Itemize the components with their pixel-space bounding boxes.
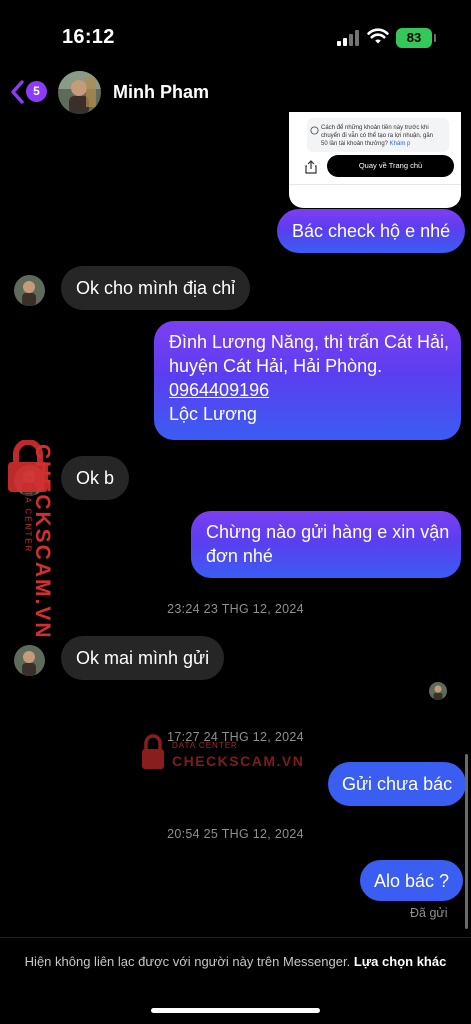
battery-indicator: 83	[396, 28, 436, 48]
read-receipt-avatar	[429, 682, 447, 700]
cellular-signal-icon	[337, 30, 361, 46]
message-incoming[interactable]: Ok mai mình gửi	[61, 636, 225, 680]
message-incoming[interactable]: Ok cho mình địa chỉ	[61, 266, 251, 310]
message-text: Ok b	[76, 468, 115, 488]
back-chevron-icon[interactable]	[8, 78, 26, 106]
timestamp: 20:54 25 THG 12, 2024	[167, 827, 304, 841]
info-text: Cách để những khoản tiền này trước khi c…	[321, 124, 441, 148]
wifi-icon	[367, 28, 389, 44]
more-options-link[interactable]: Lựa chọn khác	[354, 954, 447, 969]
unavailable-notice: Hiện không liên lạc được với người này t…	[20, 953, 451, 971]
message-incoming[interactable]: Ok b	[61, 456, 130, 500]
share-icon	[305, 160, 317, 174]
contact-avatar[interactable]	[58, 71, 101, 114]
footer-divider	[0, 937, 471, 938]
message-outgoing[interactable]: Gửi chưa bác	[328, 762, 467, 806]
message-text: Gửi chưa bác	[342, 774, 453, 794]
message-text: Ok cho mình địa chỉ	[76, 278, 236, 298]
message-line: Lộc Lương	[169, 404, 257, 424]
info-text-body: Cách để những khoản tiền này trước khi c…	[321, 125, 434, 147]
info-icon	[310, 126, 319, 135]
message-line: Đình Lương Năng, thị trấn Cát Hải,	[169, 332, 449, 352]
watermark-sub: DATA CENTER	[23, 476, 33, 554]
message-outgoing[interactable]: Đình Lương Năng, thị trấn Cát Hải, huyện…	[154, 321, 461, 440]
home-indicator[interactable]	[151, 1008, 320, 1013]
shared-screenshot[interactable]: Cách để những khoản tiền này trước khi c…	[289, 112, 461, 208]
status-time: 16:12	[62, 26, 115, 48]
message-outgoing[interactable]: Bác check hộ e nhé	[277, 209, 466, 253]
message-outgoing[interactable]: Alo bác ?	[360, 860, 464, 901]
message-line: đơn nhé	[206, 546, 273, 566]
message-text: Bác check hộ e nhé	[292, 221, 451, 241]
scrollbar[interactable]	[465, 754, 468, 929]
watermark-sub: DATA CENTER	[172, 741, 238, 750]
contact-name[interactable]: Minh Pham	[113, 82, 209, 103]
battery-level: 83	[406, 30, 422, 45]
delivery-status: Đã gửi	[410, 906, 448, 920]
divider	[289, 184, 461, 185]
home-button: Quay về Trang chủ	[327, 155, 454, 177]
message-text: Ok mai mình gửi	[76, 648, 210, 668]
message-line: huyện Cát Hải, Hải Phòng.	[169, 356, 383, 376]
status-bar: 16:12 83	[0, 0, 471, 70]
info-link: Khám p	[389, 141, 411, 147]
message-outgoing[interactable]: Chừng nào gửi hàng e xin vận đơn nhé	[191, 511, 461, 578]
message-text: Alo bác ?	[374, 871, 450, 891]
timestamp: 23:24 23 THG 12, 2024	[167, 602, 304, 616]
watermark-brand: CHECKSCAM.VN	[31, 444, 54, 640]
notice-text: Hiện không liên lạc được với người này t…	[24, 954, 351, 969]
unread-count-badge[interactable]: 5	[26, 81, 47, 102]
watermark-brand: CHECKSCAM.VN	[172, 753, 305, 769]
message-line: Chừng nào gửi hàng e xin vận	[206, 522, 450, 542]
sender-avatar[interactable]	[14, 275, 45, 306]
phone-link[interactable]: 0964409196	[169, 378, 446, 402]
